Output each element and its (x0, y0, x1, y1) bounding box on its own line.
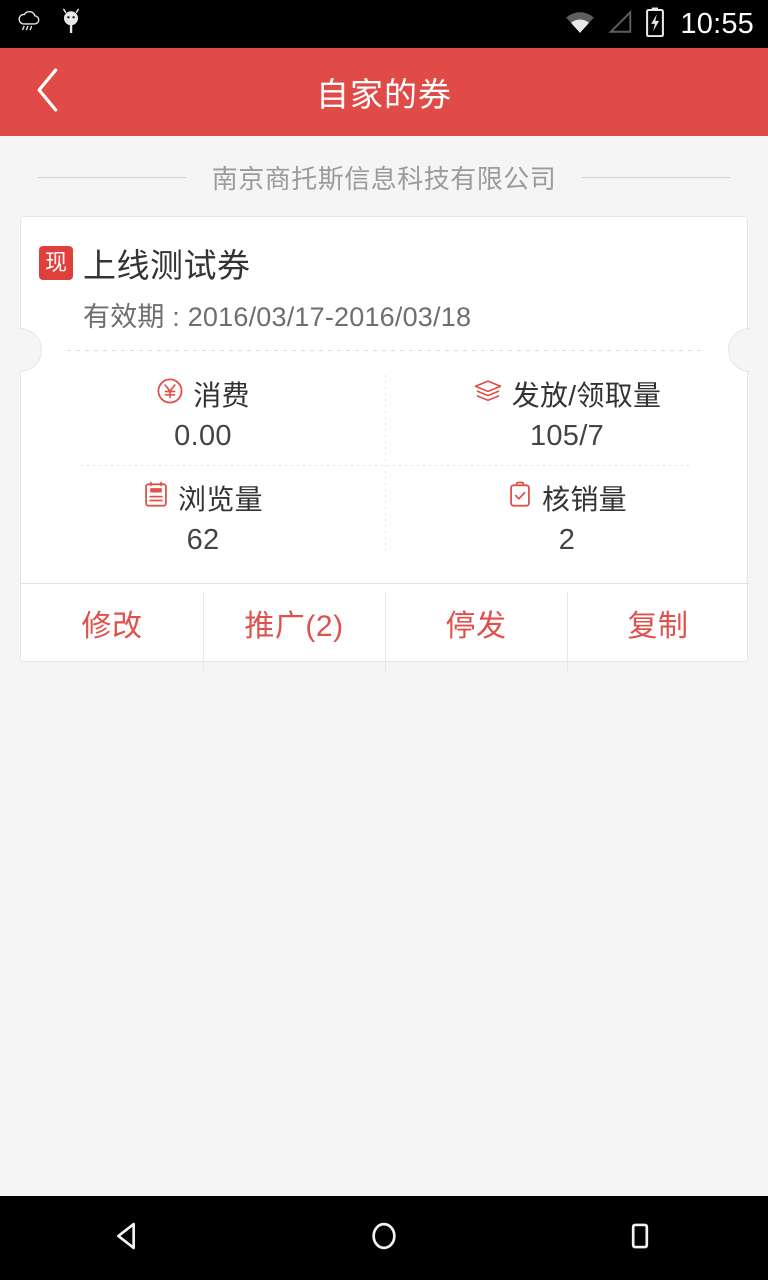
wifi-icon (564, 9, 596, 40)
promote-button[interactable]: 推广(2) (203, 584, 385, 673)
stat-label-row: 发放/领取量 (473, 374, 662, 414)
battery-charging-icon (645, 7, 665, 42)
cellular-signal-icon (607, 9, 634, 40)
status-bar-notifications (14, 7, 84, 42)
nav-recents-button[interactable] (585, 1196, 695, 1280)
clipboard-check-icon (507, 481, 533, 514)
layers-icon (473, 378, 503, 409)
stat-value: 0.00 (174, 419, 232, 452)
yen-circle-icon (156, 377, 184, 410)
back-button[interactable] (16, 48, 80, 136)
perforation-line (67, 350, 703, 351)
status-badge: 现 (39, 246, 73, 280)
chevron-left-icon (31, 67, 65, 118)
android-nav-bar (0, 1196, 768, 1280)
stat-value: 2 (558, 523, 576, 556)
stat-issued-claimed: 发放/领取量 105/7 (385, 361, 749, 465)
stat-value: 105/7 (529, 419, 605, 452)
stat-label-row: 核销量 (507, 478, 627, 518)
status-bar-clock: 10:55 (680, 7, 754, 40)
company-name: 南京商托斯信息科技有限公司 (211, 163, 557, 194)
stat-consumption: 消费 0.00 (21, 361, 385, 465)
copy-button[interactable]: 复制 (567, 584, 749, 673)
divider-left (37, 176, 186, 178)
coupon-header: 现 上线测试券 有效期 : 2016/03/17-2016/03/18 (21, 217, 747, 334)
back-triangle-icon (111, 1219, 145, 1258)
app-screen: 10:55 自家的券 南京商托斯信息科技有限公司 现 上线测试券 有效期 : 2… (0, 0, 768, 1280)
stat-views: 浏览量 62 (21, 465, 385, 569)
company-header: 南京商托斯信息科技有限公司 (0, 136, 768, 218)
stat-value: 62 (186, 523, 220, 556)
recents-square-icon (623, 1219, 657, 1258)
android-head-icon (58, 7, 84, 42)
stat-label: 浏览量 (178, 483, 263, 515)
stat-redeemed: 核销量 2 (385, 465, 749, 569)
edit-button[interactable]: 修改 (21, 584, 203, 661)
stat-label: 消费 (193, 379, 250, 411)
rain-cloud-icon (14, 7, 44, 42)
coupon-validity: 有效期 : 2016/03/17-2016/03/18 (83, 302, 472, 332)
coupon-actions: 修改 推广(2) 停发 复制 (21, 583, 749, 673)
nav-home-button[interactable] (329, 1196, 439, 1280)
stat-label: 核销量 (542, 483, 627, 515)
stat-label-row: 浏览量 (143, 478, 263, 518)
ticket-perforation (20, 328, 750, 372)
coupon-title-row: 现 上线测试券 (39, 239, 747, 287)
coupon-card[interactable]: 现 上线测试券 有效期 : 2016/03/17-2016/03/18 消费 0… (20, 216, 750, 673)
home-circle-icon (367, 1219, 401, 1258)
page-title: 自家的券 (316, 76, 452, 113)
stat-label: 发放/领取量 (511, 379, 662, 411)
stop-button[interactable]: 停发 (385, 584, 567, 673)
status-bar: 10:55 (0, 0, 768, 48)
browse-list-icon (143, 481, 169, 514)
coupon-title: 上线测试券 (83, 247, 251, 284)
app-bar: 自家的券 (0, 48, 768, 136)
coupon-stats-grid: 消费 0.00 发放/领取量 105/7 浏览量 62 核销量 2 (21, 361, 749, 569)
divider-right (582, 176, 731, 178)
stat-label-row: 消费 (156, 374, 250, 414)
nav-back-button[interactable] (73, 1196, 183, 1280)
status-bar-system-icons: 10:55 (564, 7, 754, 42)
